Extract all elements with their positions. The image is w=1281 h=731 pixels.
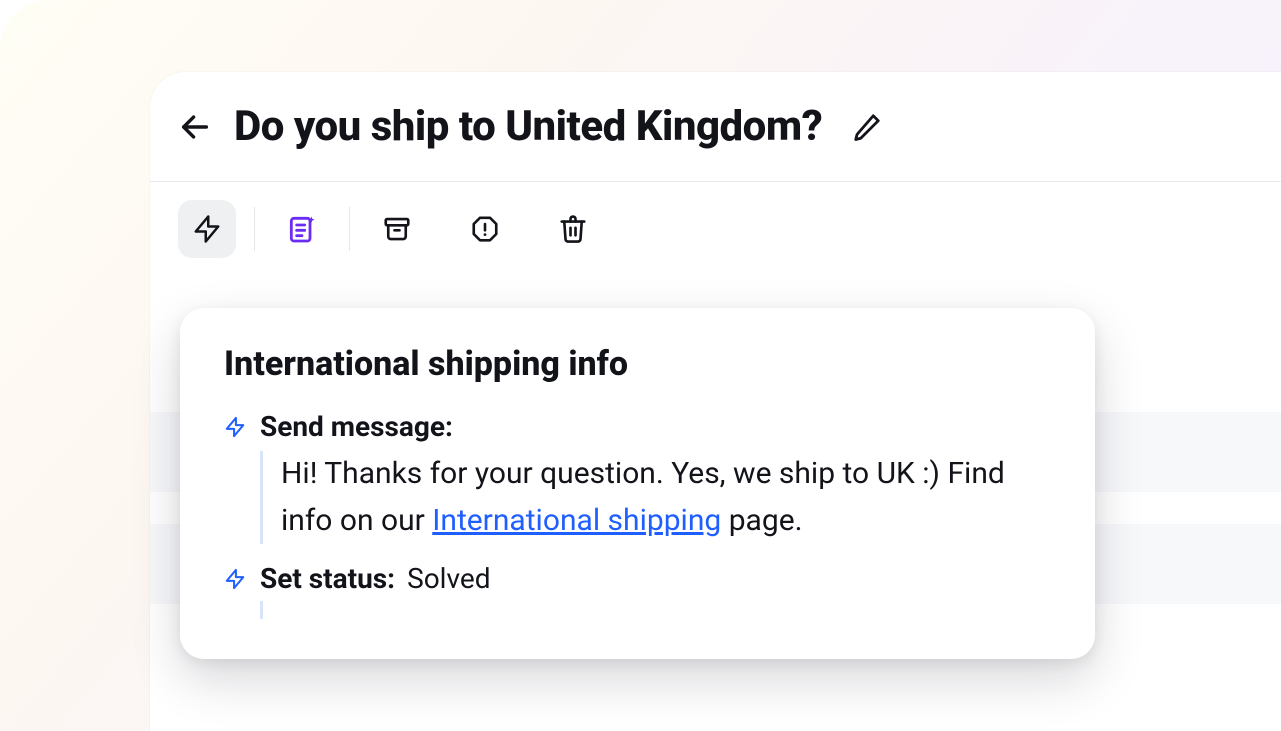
page-title: Do you ship to United Kingdom? — [234, 102, 822, 151]
archive-button[interactable] — [368, 200, 426, 258]
toolbar-separator — [349, 207, 350, 251]
actions-toolbar — [150, 182, 1281, 276]
toolbar-separator — [254, 207, 255, 251]
macro-note-button[interactable] — [273, 200, 331, 258]
macro-title: International shipping info — [224, 344, 1051, 384]
macro-preview-popover: International shipping info Send message… — [180, 308, 1095, 659]
arrow-left-icon — [178, 110, 212, 144]
archive-icon — [382, 214, 412, 244]
mark-spam-button[interactable] — [456, 200, 514, 258]
message-body: Hi! Thanks for your question. Yes, we sh… — [260, 451, 1051, 544]
action-label: Set status: — [260, 562, 395, 595]
international-shipping-link[interactable]: International shipping — [432, 503, 721, 538]
trash-icon — [558, 214, 588, 244]
note-sparkle-icon — [286, 213, 318, 245]
macro-action-send-message: Send message: Hi! Thanks for your questi… — [224, 410, 1051, 544]
back-button[interactable] — [178, 110, 212, 144]
octagon-alert-icon — [470, 214, 500, 244]
app-window: Do you ship to United Kingdom? — [150, 72, 1281, 731]
bolt-icon — [224, 416, 246, 438]
conversation-header: Do you ship to United Kingdom? — [150, 72, 1281, 182]
edit-title-button[interactable] — [848, 108, 886, 146]
message-text-post: page. — [721, 503, 802, 538]
status-value: Solved — [407, 562, 490, 595]
outer-gradient-frame: Do you ship to United Kingdom? — [0, 0, 1281, 731]
macros-bolt-button[interactable] — [178, 200, 236, 258]
macro-action-set-status: Set status: Solved — [224, 562, 1051, 619]
action-label: Send message: — [260, 410, 453, 443]
pencil-icon — [852, 112, 882, 142]
bolt-icon — [224, 568, 246, 590]
bolt-icon — [192, 214, 222, 244]
delete-button[interactable] — [544, 200, 602, 258]
status-accent-bar — [260, 601, 1051, 619]
